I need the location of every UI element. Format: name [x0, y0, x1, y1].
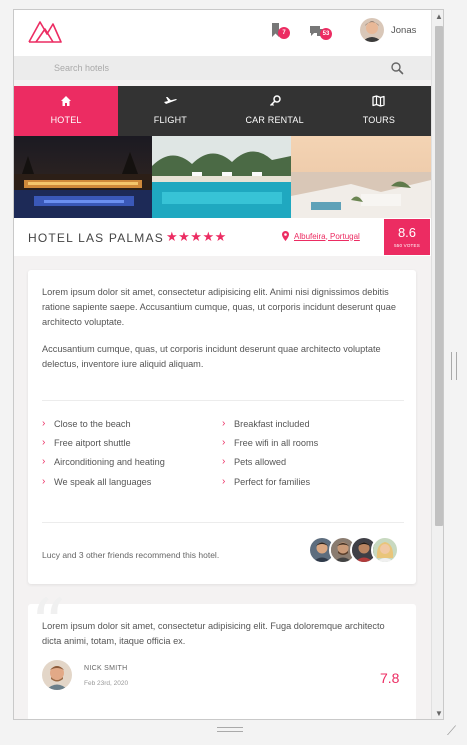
hotel-photo-night[interactable]: [14, 136, 152, 218]
list-item: › Free wifi in all rooms: [222, 437, 319, 448]
score-value: 8.6: [397, 225, 417, 240]
chevron-right-icon: ›: [222, 418, 226, 429]
tab-label: HOTEL: [50, 115, 82, 125]
hotel-photos: [14, 136, 431, 218]
hotel-location[interactable]: Albufeira, Portugal: [282, 231, 360, 241]
scroll-down-icon[interactable]: ▼: [434, 709, 443, 719]
app-content: 7 53 Jonas Search hotels HOTEL FLIGHT CA…: [14, 10, 431, 719]
divider: [42, 522, 404, 523]
description-card: Lorem ipsum dolor sit amet, consectetur …: [28, 270, 416, 584]
location-link[interactable]: Albufeira, Portugal: [294, 232, 360, 241]
search-bar: [14, 56, 431, 80]
list-item: › Perfect for families: [222, 476, 311, 487]
resize-handle-side[interactable]: [451, 352, 457, 380]
scrollbar[interactable]: ▲ ▼: [431, 10, 443, 719]
search-icon[interactable]: [390, 61, 404, 75]
chevron-right-icon: ›: [42, 418, 46, 429]
hotel-photo-pool[interactable]: [152, 136, 291, 218]
reviewer-name[interactable]: NICK SMITH: [84, 665, 127, 672]
avatar[interactable]: [360, 18, 384, 42]
chevron-right-icon: ›: [222, 437, 226, 448]
chevron-right-icon: ›: [42, 476, 46, 487]
tab-hotel[interactable]: HOTEL: [14, 86, 119, 136]
review-text: Lorem ipsum dolor sit amet, consectetur …: [42, 621, 385, 646]
tab-label: CAR RENTAL: [245, 115, 304, 125]
list-item: › Airconditioning and heating: [42, 456, 165, 467]
scroll-thumb[interactable]: [435, 26, 443, 526]
resize-grip-icon[interactable]: ⟋: [447, 724, 460, 737]
map-pin-icon: [282, 231, 289, 241]
friends-recommendation: Lucy and 3 other friends recommend this …: [42, 550, 220, 560]
rating-score: 8.6 550 VOTES: [384, 219, 430, 255]
list-item: › Free aitport shuttle: [42, 437, 131, 448]
tab-car-rental[interactable]: CAR RENTAL: [223, 86, 327, 136]
notifications-button[interactable]: 7: [269, 21, 291, 41]
divider: [42, 400, 404, 401]
plane-icon: [164, 97, 178, 104]
chevron-right-icon: ›: [222, 476, 226, 487]
tab-tours[interactable]: TOURS: [327, 86, 431, 136]
tab-flight[interactable]: FLIGHT: [118, 86, 222, 136]
resize-handle-bottom[interactable]: [217, 727, 243, 732]
hotel-photo-santorini[interactable]: [291, 136, 431, 218]
reviewer-avatar[interactable]: [42, 660, 72, 690]
list-item: › Breakfast included: [222, 418, 310, 429]
tab-label: FLIGHT: [153, 115, 187, 125]
review-score: 7.8: [380, 670, 400, 686]
list-item: › Pets allowed: [222, 456, 287, 467]
messages-badge: 53: [320, 28, 332, 40]
home-icon: [61, 96, 72, 106]
review-card: “ Lorem ipsum dolor sit amet, consectetu…: [28, 590, 416, 719]
user-avatar-image: [360, 18, 384, 42]
user-name[interactable]: Jonas: [391, 25, 416, 36]
chevron-right-icon: ›: [42, 456, 46, 467]
list-item: › We speak all languages: [42, 476, 152, 487]
chevron-right-icon: ›: [42, 437, 46, 448]
friend-avatar[interactable]: [371, 536, 399, 564]
tab-label: TOURS: [362, 115, 396, 125]
header: 7 53 Jonas: [14, 10, 431, 56]
description-paragraph: Accusantium cumque, quas, ut corporis in…: [42, 344, 381, 369]
votes-count: 550 VOTES: [394, 243, 420, 248]
star-rating: ★★★★★: [166, 229, 227, 244]
app-window: 7 53 Jonas Search hotels HOTEL FLIGHT CA…: [13, 9, 444, 720]
logo-icon[interactable]: [28, 18, 62, 44]
messages-button[interactable]: 53: [308, 21, 334, 41]
notifications-badge: 7: [278, 27, 290, 39]
search-input[interactable]: [38, 60, 378, 76]
review-date: Feb 23rd, 2020: [84, 680, 129, 687]
booking-tabs: HOTEL FLIGHT CAR RENTAL TOURS: [14, 86, 431, 136]
key-icon: [269, 95, 281, 107]
description-paragraph: Lorem ipsum dolor sit amet, consectetur …: [42, 287, 396, 327]
map-icon: [372, 95, 386, 107]
scroll-up-icon[interactable]: ▲: [434, 12, 443, 22]
chevron-right-icon: ›: [222, 456, 226, 467]
list-item: › Close to the beach: [42, 418, 131, 429]
hotel-title-bar: HOTEL LAS PALMAS ★★★★★ Albufeira, Portug…: [14, 218, 431, 256]
hotel-name: HOTEL LAS PALMAS: [28, 231, 164, 245]
